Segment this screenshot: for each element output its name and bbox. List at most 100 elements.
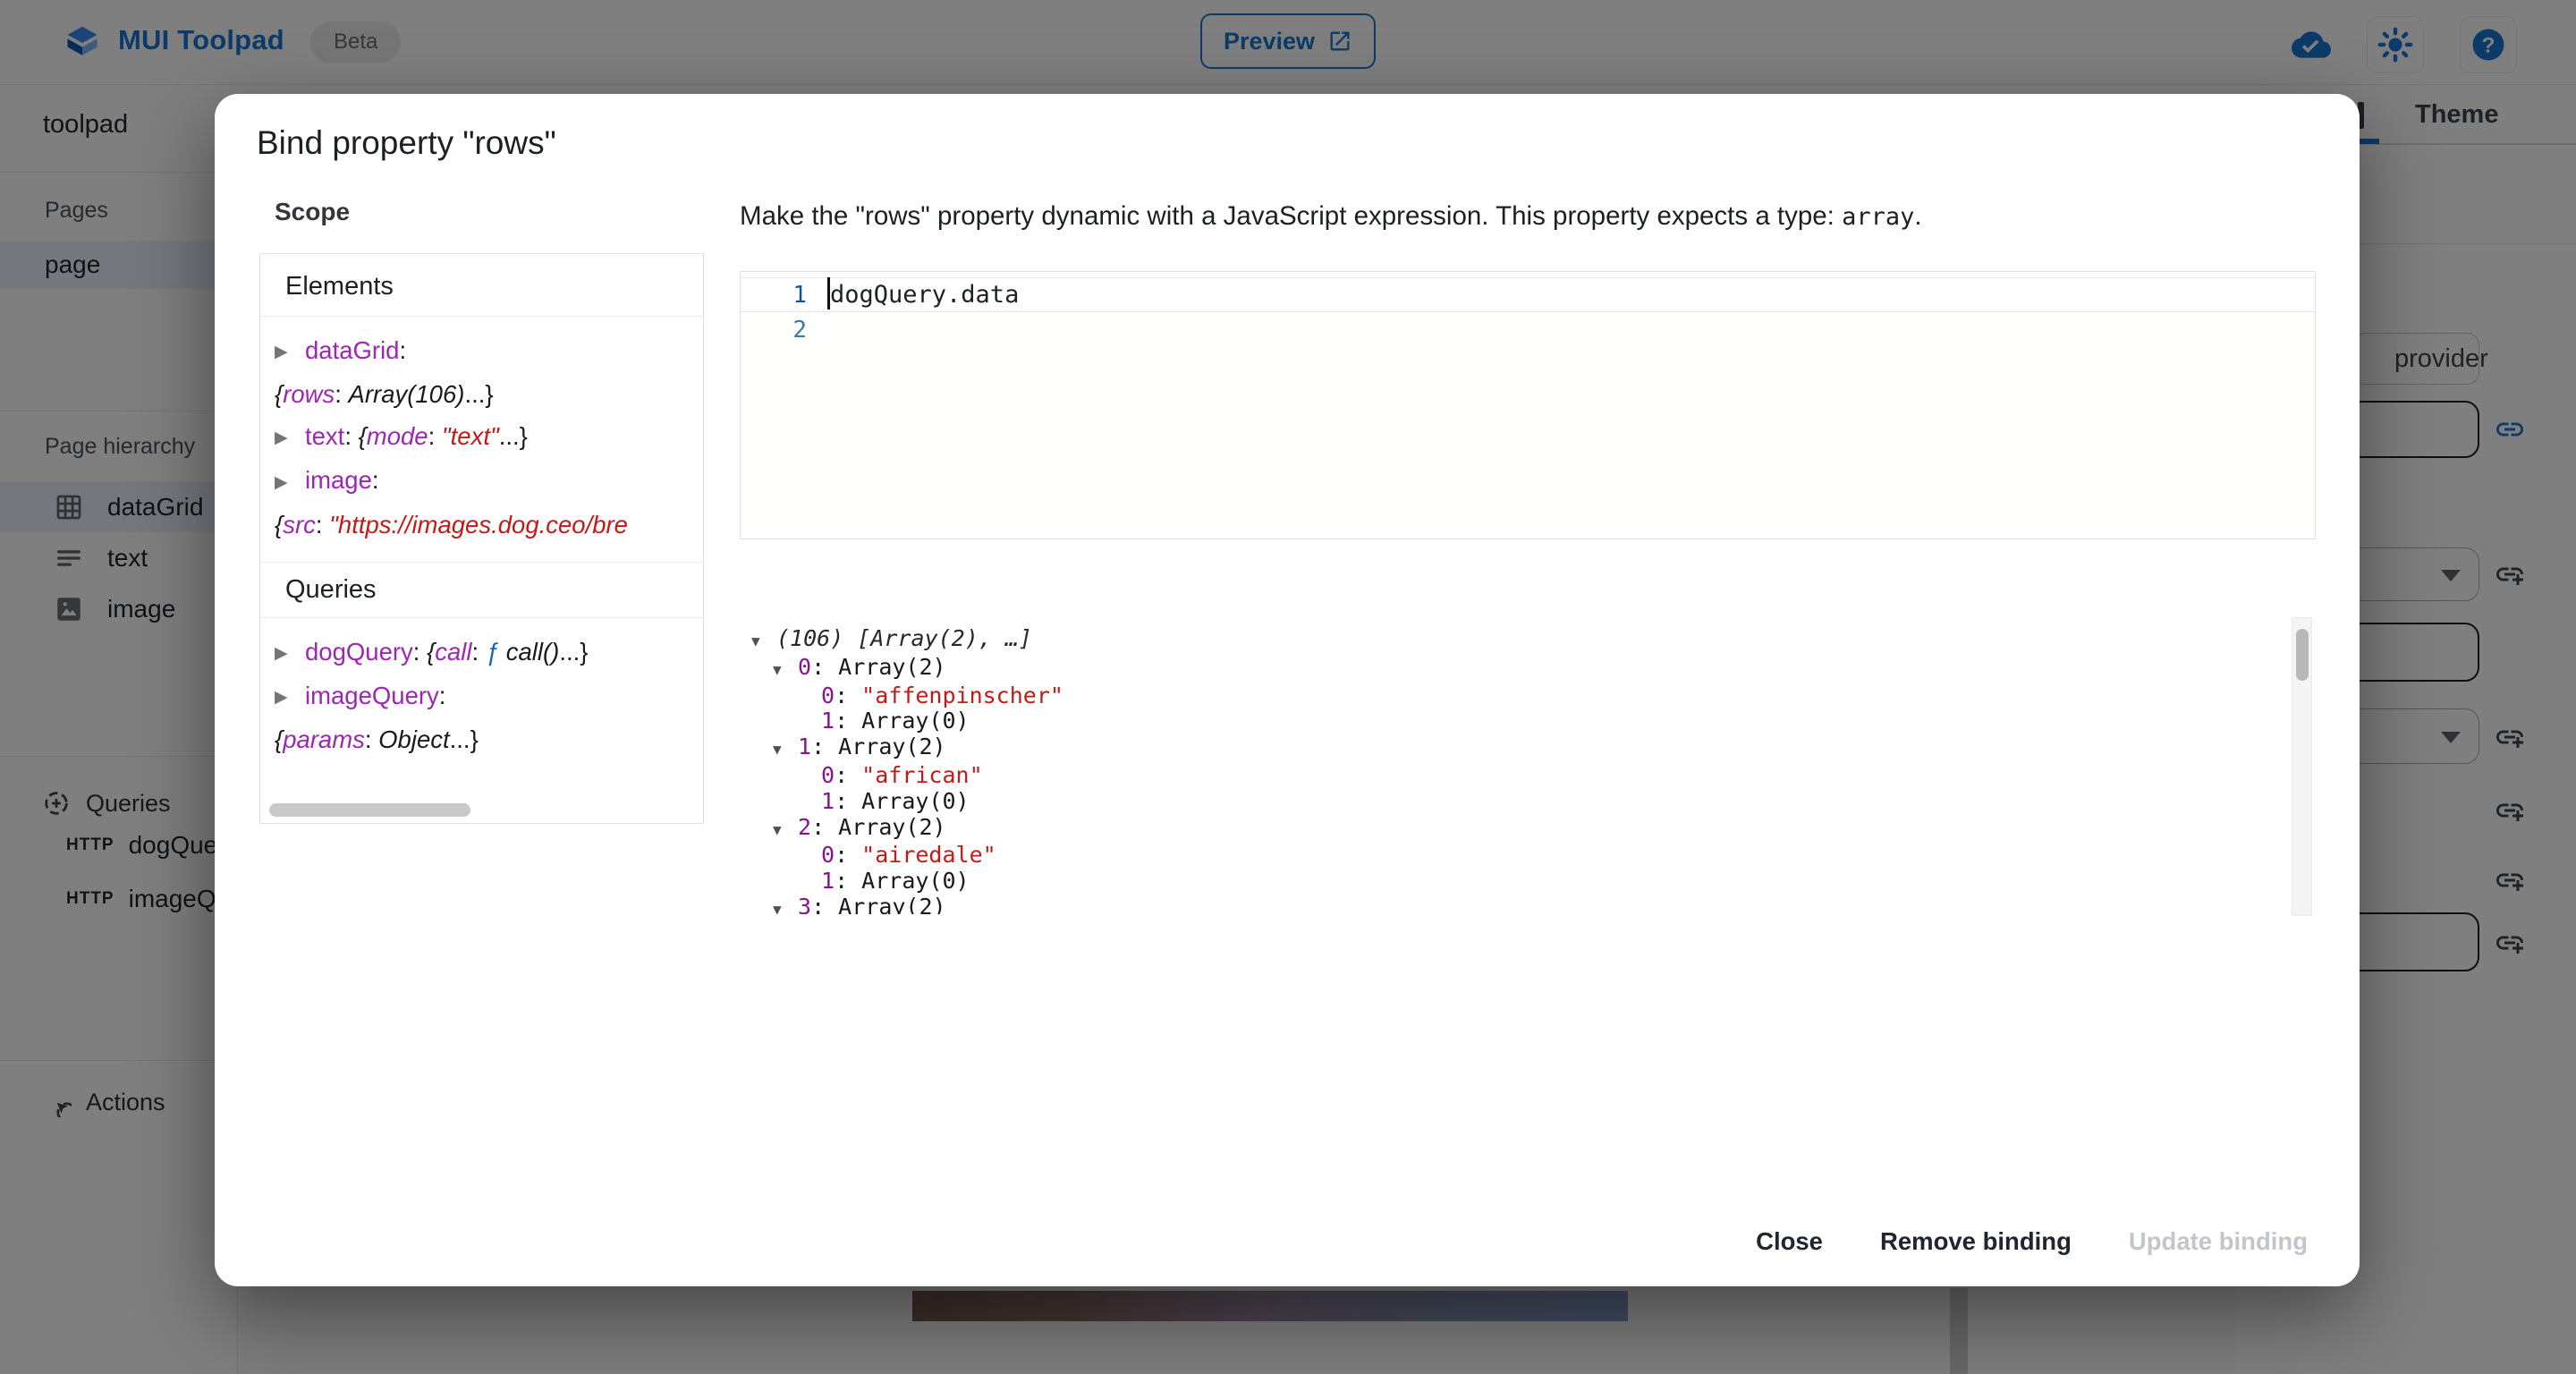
tree-row[interactable]: ▼1: Array(2) [746,734,2292,763]
token: : Array(2) [811,654,946,680]
js-expression-editor[interactable]: 1 dogQuery.data 2 [740,271,2316,539]
expected-type: array [1842,203,1914,231]
token: : [835,762,861,788]
token: : [372,466,379,494]
token: : [472,638,486,666]
editor-line-1[interactable]: 1 dogQuery.data [741,277,2315,312]
scope-tree-row[interactable]: ▶dataGrid: [275,329,691,373]
editor-line-2[interactable]: 2 [741,312,2315,347]
expand-arrow-icon[interactable]: ▶ [275,417,305,459]
description-period: . [1914,201,1921,231]
token: : Array(0) [835,708,970,734]
token: "affenpinscher" [861,683,1063,708]
tree-row: 1: Array(0) [746,869,2292,895]
expand-arrow-icon[interactable]: ▼ [751,629,776,655]
token: image [305,466,372,494]
token: ƒ [486,638,499,666]
token: 1 [821,868,835,894]
token: { [359,422,367,450]
token: rows [283,380,335,408]
token: : [835,683,861,708]
token: "text" [442,422,499,450]
token: { [275,725,283,753]
expand-arrow-icon[interactable]: ▼ [773,818,798,844]
token: : [835,842,861,868]
tree-row: 1: Array(0) [746,789,2292,815]
token: 1 [798,734,811,759]
scope-tree-row[interactable]: ▶imageQuery: [275,674,691,718]
expand-arrow-icon[interactable]: ▼ [773,897,798,914]
token: imageQuery [305,682,439,709]
dialog-footer: Close Remove binding Update binding [1736,1215,2327,1268]
token: ...} [450,725,479,753]
token: call [435,638,471,666]
token: 3 [798,894,811,914]
scope-tree-row[interactable]: ▶text: {mode: "text"...} [275,415,691,459]
scope-label: Scope [275,198,350,226]
token: "african" [861,762,982,788]
tree-row: 1: Array(0) [746,708,2292,734]
token: : Array(2) [811,894,946,914]
token: : [335,380,348,408]
evaluation-result-tree: ▼(106) [Array(2), …]▼0: Array(2)0: "affe… [746,626,2292,914]
token: 0 [821,842,835,868]
token: : Array(2) [811,734,946,759]
close-button[interactable]: Close [1736,1215,1843,1268]
vertical-scrollbar-track[interactable] [2292,617,2312,916]
line-number: 1 [741,282,830,309]
token: 0 [821,683,835,708]
expand-arrow-icon[interactable]: ▶ [275,676,305,718]
token: call() [499,638,559,666]
tree-row[interactable]: ▼3: Array(2) [746,895,2292,914]
token: : [413,638,427,666]
code-text[interactable]: dogQuery.data [830,281,1019,309]
token: : [428,422,442,450]
token: Object [378,725,449,753]
line-number: 2 [741,317,830,344]
token: { [275,511,283,539]
expand-arrow-icon[interactable]: ▶ [275,331,305,373]
scope-tree-row: {src: "https://images.dog.ceo/bre [275,504,691,546]
token: : Array(0) [835,788,970,814]
scope-tree-row[interactable]: ▶dogQuery: {call: ƒ call()...} [275,631,691,674]
tree-row[interactable]: ▼2: Array(2) [746,815,2292,844]
token: dogQuery [305,638,413,666]
expand-arrow-icon[interactable]: ▶ [275,462,305,504]
expand-arrow-icon[interactable]: ▼ [773,737,798,763]
token: mode [367,422,428,450]
elements-header: Elements [260,254,703,317]
token: (106) [Array(2), …] [776,626,1032,651]
scope-tree-row: {params: Object...} [275,718,691,760]
token: params [283,725,365,753]
scope-queries-tree: ▶dogQuery: {call: ƒ call()...}▶imageQuer… [260,618,703,776]
token: text [305,422,344,450]
token: "airedale" [861,842,996,868]
token: { [275,380,283,408]
expand-arrow-icon[interactable]: ▶ [275,632,305,674]
update-binding-button[interactable]: Update binding [2109,1215,2327,1268]
code-line-1-text: dogQuery.data [830,281,1019,309]
expand-arrow-icon[interactable]: ▼ [773,657,798,683]
token: ...} [464,380,493,408]
token: src [283,511,316,539]
token: Array(106) [349,380,465,408]
tree-row: 0: "affenpinscher" [746,683,2292,709]
token: ...} [559,638,588,666]
description-text: Make the "rows" property dynamic with a … [740,201,1842,231]
token: 0 [821,762,835,788]
token: : [344,422,358,450]
vertical-scrollbar-thumb[interactable] [2296,629,2309,681]
scope-tree-row: {rows: Array(106)...} [275,373,691,415]
scope-elements-tree: ▶dataGrid:{rows: Array(106)...}▶text: {m… [260,317,703,562]
tree-row: 0: "african" [746,763,2292,789]
tree-row[interactable]: ▼0: Array(2) [746,655,2292,683]
scope-tree-row[interactable]: ▶image: [275,459,691,503]
token: : Array(2) [811,814,946,840]
tree-row[interactable]: ▼(106) [Array(2), …] [746,626,2292,655]
token: ...} [499,422,528,450]
token: 0 [798,654,811,680]
queries-header: Queries [260,562,703,618]
remove-binding-button[interactable]: Remove binding [1860,1215,2091,1268]
scope-panel: Elements ▶dataGrid:{rows: Array(106)...}… [259,253,704,824]
horizontal-scrollbar[interactable] [269,803,470,817]
